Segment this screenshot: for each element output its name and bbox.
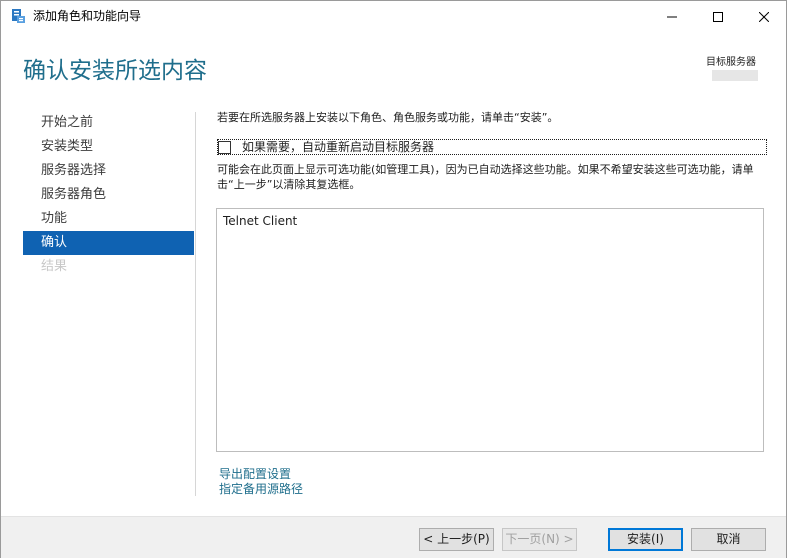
list-item: Telnet Client bbox=[223, 214, 298, 228]
close-icon bbox=[759, 11, 769, 22]
step-installation-type[interactable]: 安装类型 bbox=[23, 135, 194, 159]
minimize-icon bbox=[667, 16, 677, 17]
page-title: 确认安装所选内容 bbox=[23, 58, 207, 84]
intro-text: 若要在所选服务器上安装以下角色、角色服务或功能，请单击“安装”。 bbox=[217, 111, 559, 124]
wizard-steps: 开始之前 安装类型 服务器选择 服务器角色 功能 确认 结果 bbox=[23, 111, 194, 279]
sidebar-divider bbox=[195, 112, 196, 496]
step-server-roles[interactable]: 服务器角色 bbox=[23, 183, 194, 207]
step-results: 结果 bbox=[41, 259, 68, 274]
server-manager-icon bbox=[10, 8, 26, 24]
step-confirmation[interactable]: 确认 bbox=[23, 231, 194, 255]
step-server-selection[interactable]: 服务器选择 bbox=[23, 159, 194, 183]
previous-button[interactable]: < 上一步(P) bbox=[419, 528, 494, 551]
close-button[interactable] bbox=[741, 1, 787, 32]
cancel-button[interactable]: 取消 bbox=[691, 528, 766, 551]
next-button: 下一页(N) > bbox=[502, 528, 577, 551]
title-bar[interactable]: 添加角色和功能向导 bbox=[1, 1, 786, 32]
selected-features-list[interactable]: Telnet Client bbox=[216, 208, 764, 452]
wizard-window: 添加角色和功能向导 确认安装所选内容 目标服务器 开始之前 安装类型 服务器选择… bbox=[0, 0, 787, 558]
minimize-button[interactable] bbox=[649, 1, 695, 32]
target-server-name-redacted bbox=[712, 70, 758, 81]
export-config-link[interactable]: 导出配置设置 bbox=[219, 467, 291, 482]
restart-checkbox[interactable] bbox=[218, 141, 231, 154]
window-title: 添加角色和功能向导 bbox=[33, 9, 142, 23]
maximize-button[interactable] bbox=[695, 1, 741, 32]
step-before-you-begin[interactable]: 开始之前 bbox=[23, 111, 194, 135]
restart-checkbox-label[interactable]: 如果需要，自动重新启动目标服务器 bbox=[242, 139, 434, 155]
step-features[interactable]: 功能 bbox=[23, 207, 194, 231]
alternate-source-link[interactable]: 指定备用源路径 bbox=[219, 482, 303, 497]
optional-features-note: 可能会在此页面上显示可选功能(如管理工具)，因为已自动选择这些功能。如果不希望安… bbox=[217, 163, 754, 191]
target-server-label: 目标服务器 bbox=[706, 57, 756, 68]
install-button[interactable]: 安装(I) bbox=[608, 528, 683, 551]
restart-option[interactable]: 如果需要，自动重新启动目标服务器 bbox=[217, 139, 767, 155]
maximize-icon bbox=[713, 11, 723, 22]
